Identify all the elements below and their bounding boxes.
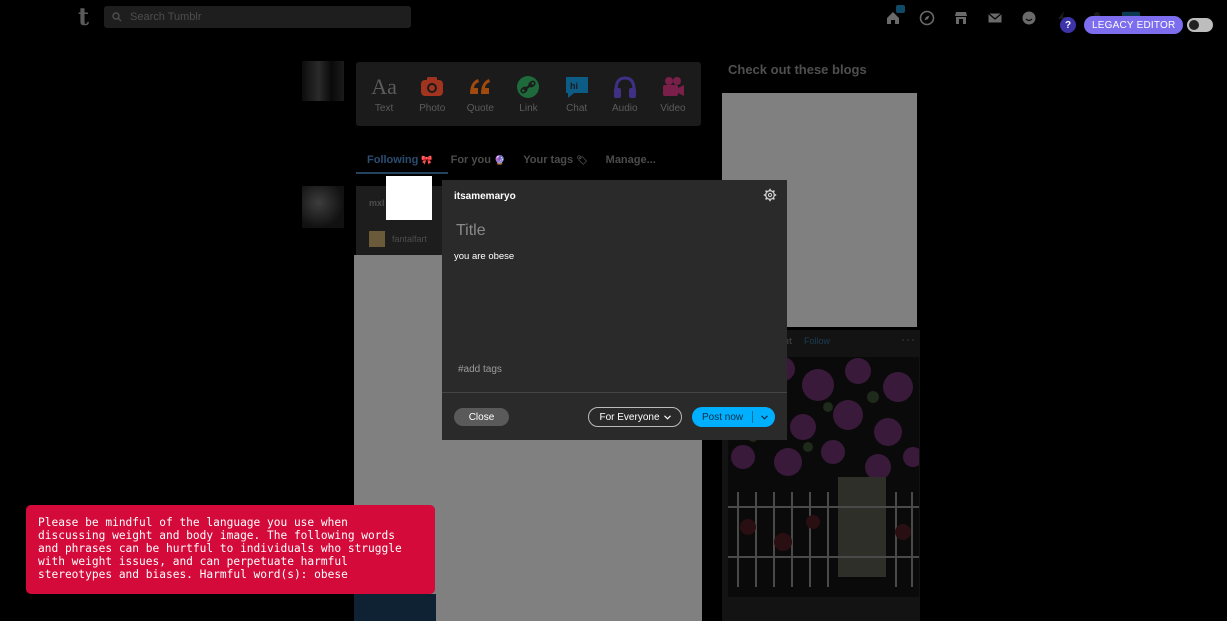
shop-icon[interactable] [952, 9, 970, 27]
tumblr-dashboard: t ? LEGAC [0, 0, 1227, 621]
audience-label: For Everyone [599, 411, 660, 423]
post-now-label: Post now [702, 411, 744, 423]
post-image-edge [354, 594, 436, 621]
tab-following[interactable]: Following 🎀 [367, 154, 433, 166]
tab-label: Your tags [523, 154, 574, 166]
tags-input[interactable] [456, 362, 776, 376]
gear-icon[interactable] [763, 188, 777, 202]
post-type-quote[interactable]: Quote [457, 74, 503, 114]
text-icon: Aa [371, 74, 397, 99]
post-composer-modal: itsamemaryo you are obese Close For Ever… [442, 180, 787, 440]
post-type-label: Audio [611, 103, 638, 114]
blog-selector[interactable]: itsamemaryo [454, 191, 516, 202]
post-type-label: Chat [566, 103, 588, 114]
post-type-audio[interactable]: Audio [602, 74, 648, 114]
post-type-photo[interactable]: Photo [409, 74, 455, 114]
audience-dropdown[interactable]: For Everyone [588, 407, 682, 427]
post-type-label: Photo [419, 103, 446, 114]
avatar[interactable] [369, 231, 385, 247]
explore-icon[interactable] [918, 9, 936, 27]
post-type-label: Link [519, 103, 538, 114]
post-type-link[interactable]: Link [505, 74, 551, 114]
home-icon[interactable] [884, 5, 905, 27]
post-avatar[interactable] [386, 176, 432, 220]
post-title-input[interactable] [454, 220, 774, 242]
close-button[interactable]: Close [454, 408, 509, 426]
search-input[interactable] [128, 10, 388, 24]
post-type-chat[interactable]: hi Chat [554, 74, 600, 114]
chevron-down-icon [663, 414, 671, 420]
legacy-editor-button[interactable]: LEGACY EDITOR [1084, 16, 1184, 34]
chevron-down-icon [760, 414, 768, 420]
tab-for-you[interactable]: For you 🔮 [451, 154, 506, 166]
chat-bubble-icon: hi [565, 77, 588, 98]
divider [442, 392, 787, 393]
headphones-icon [613, 76, 636, 98]
tab-emoji: 🏷 [576, 155, 588, 165]
svg-text:hi: hi [570, 81, 578, 91]
video-camera-icon [662, 77, 684, 96]
sidebar-title: Check out these blogs [728, 62, 867, 77]
post-username[interactable]: mxl [369, 198, 385, 208]
post-type-label: Video [660, 103, 686, 114]
active-tab-indicator [356, 172, 448, 174]
tab-label: Following [367, 154, 419, 166]
reblog-username[interactable]: fantalfart [392, 234, 427, 244]
tab-manage[interactable]: Manage... [606, 154, 656, 166]
tab-label: For you [450, 154, 491, 166]
follow-link[interactable]: Follow [804, 336, 830, 346]
tab-emoji: 🎀 [421, 155, 433, 165]
search-bar[interactable] [104, 6, 411, 28]
tumblr-logo[interactable]: t [78, 5, 89, 29]
feed-tabs: Following 🎀 For you 🔮 Your tags 🏷 Manage… [356, 146, 701, 174]
post-type-label: Text [374, 103, 394, 114]
inbox-icon[interactable] [986, 9, 1004, 27]
post-type-bar: Aa Text Photo Quote Link hi Chat Audio V… [356, 62, 701, 126]
post-type-video[interactable]: Video [650, 74, 696, 114]
camera-icon [421, 77, 444, 96]
post-now-button[interactable]: Post now [692, 407, 775, 427]
more-options-icon[interactable]: ··· [901, 332, 916, 346]
chat-icon[interactable] [1020, 9, 1038, 27]
theme-toggle[interactable] [1187, 18, 1213, 32]
search-icon [112, 12, 122, 22]
help-button[interactable]: ? [1060, 17, 1076, 33]
post-type-label: Quote [466, 103, 494, 114]
tab-emoji: 🔮 [494, 155, 506, 165]
post-type-text[interactable]: Aa Text [361, 74, 407, 114]
avatar[interactable] [302, 186, 344, 228]
link-icon [517, 76, 540, 98]
tab-label: Manage... [605, 154, 656, 166]
quote-icon [470, 79, 491, 94]
post-options-button[interactable] [753, 414, 775, 420]
language-warning-popup: Please be mindful of the language you us… [26, 505, 435, 594]
notification-badge [896, 5, 905, 13]
avatar[interactable] [302, 61, 344, 101]
tab-your-tags[interactable]: Your tags 🏷 [523, 154, 587, 166]
post-body-editor[interactable]: you are obese [454, 251, 514, 262]
